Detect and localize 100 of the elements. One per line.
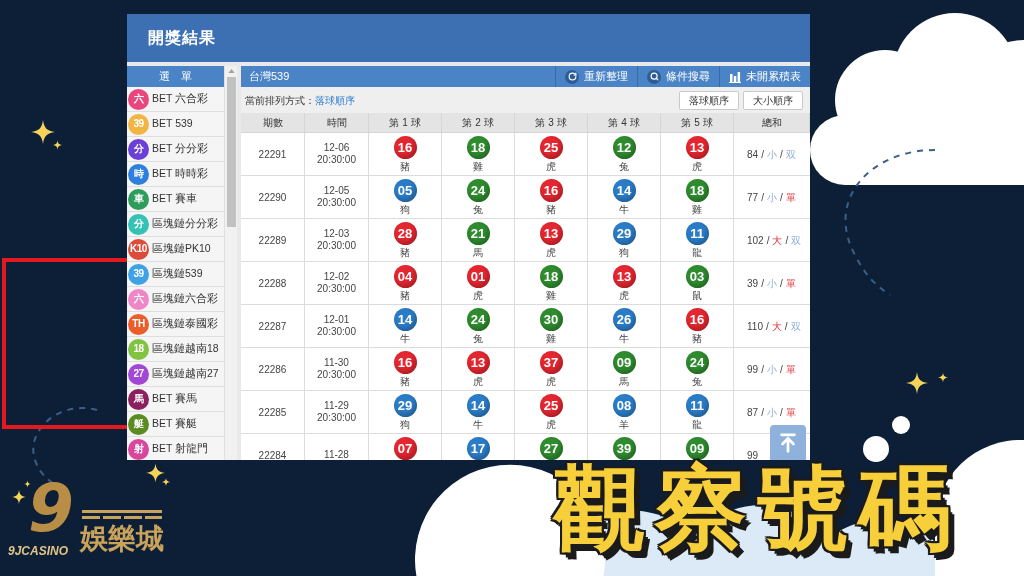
size-label: 小 bbox=[766, 362, 777, 377]
zodiac-label: 虎 bbox=[546, 376, 556, 387]
draw-date: 11-28 bbox=[324, 449, 349, 460]
lottery-badge: 六 bbox=[128, 288, 149, 310]
lottery-badge: 27 bbox=[128, 363, 149, 385]
zodiac-label: 豬 bbox=[546, 204, 556, 215]
separator-text: / bbox=[779, 190, 783, 205]
draw-date: 11-29 bbox=[324, 400, 349, 412]
issue-number: 22290 bbox=[258, 190, 287, 205]
zodiac-label: 龍 bbox=[692, 419, 702, 430]
scroll-up-arrow-icon[interactable] bbox=[227, 69, 235, 73]
zodiac-label: 鼠 bbox=[692, 290, 702, 301]
sidebar-item[interactable]: 車 BET 賽車 bbox=[127, 187, 224, 212]
sidebar-header: 選 單 bbox=[127, 66, 224, 87]
arrow-up-icon bbox=[777, 431, 799, 454]
issue-number: 22287 bbox=[258, 319, 287, 334]
sort-link[interactable]: 落球順序 bbox=[315, 92, 355, 108]
sidebar-item[interactable]: 39 BET 539 bbox=[127, 112, 224, 137]
sidebar-item[interactable]: 分 BET 分分彩 bbox=[127, 137, 224, 162]
separator-text: / bbox=[761, 147, 764, 162]
zodiac-label: 虎 bbox=[473, 376, 483, 387]
column-header: 期數 bbox=[262, 116, 283, 130]
lottery-badge: 18 bbox=[128, 338, 149, 360]
separator-text: / bbox=[779, 276, 783, 291]
zodiac-label: 豬 bbox=[400, 161, 410, 172]
zodiac-label: 豬 bbox=[400, 290, 410, 301]
size-label: 大 bbox=[772, 233, 783, 248]
size-label: 小 bbox=[766, 405, 777, 420]
parity-label: 双 bbox=[785, 147, 796, 162]
column-header: 時間 bbox=[326, 116, 347, 130]
zodiac-label: 牛 bbox=[619, 333, 629, 344]
scrollbar-thumb[interactable] bbox=[226, 77, 236, 227]
parity-label: 双 bbox=[790, 319, 801, 334]
zodiac-label: 兔 bbox=[473, 333, 483, 344]
column-header: 第 3 球 bbox=[535, 116, 567, 130]
zodiac-label: 牛 bbox=[619, 204, 629, 215]
sort-button[interactable]: 落球順序 bbox=[679, 90, 739, 110]
zodiac-label: 馬 bbox=[473, 247, 483, 258]
sidebar-item[interactable]: 馬 BET 賽馬 bbox=[127, 387, 224, 412]
zodiac-label: 兔 bbox=[692, 376, 702, 387]
logo-wordmark: 9JCASINO bbox=[8, 544, 69, 558]
draw-date: 12-03 bbox=[323, 228, 350, 240]
draw-time: 20:30:00 bbox=[317, 154, 356, 166]
search-icon bbox=[647, 69, 661, 84]
sparkle-icon bbox=[938, 372, 948, 383]
sum-value: 77 bbox=[747, 190, 759, 205]
sum-value: 39 bbox=[747, 276, 759, 291]
parity-label: 單 bbox=[785, 362, 796, 377]
lottery-badge: 艇 bbox=[128, 413, 149, 435]
sidebar-item[interactable]: 27 區塊鏈越南27 bbox=[127, 362, 224, 387]
separator-text: / bbox=[784, 319, 788, 334]
sum-value: 110 bbox=[747, 319, 763, 334]
sidebar-item[interactable]: 六 BET 六合彩 bbox=[127, 87, 224, 112]
lottery-badge: K10 bbox=[128, 238, 149, 260]
logo-numeral: 9 bbox=[28, 476, 74, 542]
separator-text: / bbox=[785, 233, 789, 248]
sidebar-item[interactable]: 艇 BET 賽艇 bbox=[127, 412, 224, 437]
zodiac-label: 龍 bbox=[692, 247, 702, 258]
draw-date: 11-30 bbox=[324, 357, 349, 369]
sort-label: 當前排列方式： bbox=[245, 93, 315, 108]
separator-text: / bbox=[761, 405, 764, 420]
issue-number: 22291 bbox=[258, 147, 287, 162]
back-to-top-button[interactable] bbox=[770, 425, 806, 460]
sidebar-item[interactable]: K10 區塊鏈PK10 bbox=[127, 237, 224, 262]
sum-value: 87 bbox=[747, 405, 759, 420]
sidebar-item[interactable]: 分 區塊鏈分分彩 bbox=[127, 212, 224, 237]
zodiac-label: 虎 bbox=[546, 247, 556, 258]
sidebar-item[interactable]: 時 BET 時時彩 bbox=[127, 162, 224, 187]
separator-text: / bbox=[761, 362, 764, 377]
sum-value: 99 bbox=[747, 362, 759, 377]
separator-text: / bbox=[766, 233, 770, 248]
scrollbar[interactable] bbox=[224, 66, 237, 460]
sum-value: 84 bbox=[747, 147, 759, 162]
zodiac-label: 豬 bbox=[692, 333, 702, 344]
separator-text: / bbox=[761, 276, 764, 291]
zodiac-label: 虎 bbox=[619, 290, 629, 301]
lottery-badge: 馬 bbox=[128, 388, 149, 410]
parity-label: 單 bbox=[785, 405, 796, 420]
draw-time: 20:30:00 bbox=[317, 240, 356, 252]
draw-time: 20:30:00 bbox=[317, 283, 356, 295]
lottery-badge: TH bbox=[128, 313, 149, 335]
separator-text: / bbox=[761, 190, 764, 205]
sidebar-item[interactable]: 18 區塊鏈越南18 bbox=[127, 337, 224, 362]
draw-time: 20:30:00 bbox=[317, 369, 356, 381]
draw-date: 12-05 bbox=[323, 185, 350, 197]
sidebar-item[interactable]: 39 區塊鏈539 bbox=[127, 262, 224, 287]
column-header: 第 5 球 bbox=[681, 116, 713, 130]
sum-value: 102 bbox=[747, 233, 764, 248]
zodiac-label: 兔 bbox=[619, 161, 629, 172]
zodiac-label: 豬 bbox=[400, 247, 410, 258]
lottery-badge: 分 bbox=[128, 213, 149, 235]
sum-value: 99 bbox=[747, 448, 759, 460]
sidebar-item[interactable]: TH 區塊鏈泰國彩 bbox=[127, 312, 224, 337]
logo-name: 娛樂城 bbox=[80, 522, 164, 556]
lottery-badge: 分 bbox=[128, 138, 149, 160]
sort-button[interactable]: 大小順序 bbox=[743, 90, 803, 110]
sidebar-item[interactable]: 六 區塊鏈六合彩 bbox=[127, 287, 224, 312]
issue-number: 22286 bbox=[258, 362, 287, 377]
draw-time: 20:30:00 bbox=[317, 326, 356, 338]
draw-time: 20:30:00 bbox=[317, 412, 356, 424]
